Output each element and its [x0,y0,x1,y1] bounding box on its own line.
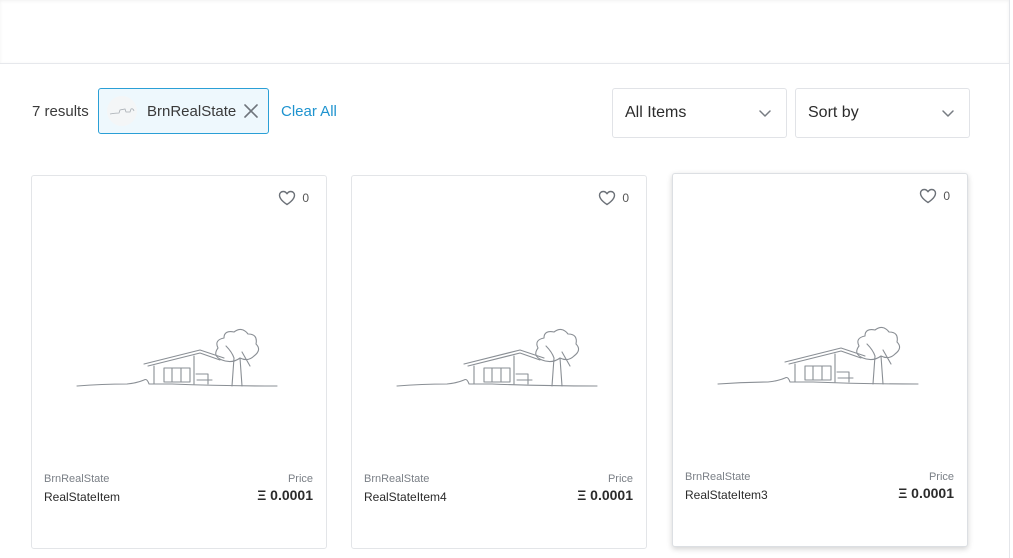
card-price-value: Ξ 0.0001 [577,487,633,503]
chevron-down-icon [759,110,771,117]
house-thumbnail-icon [717,326,919,385]
items-filter-select[interactable]: All Items [612,88,787,138]
card-item-name: RealStateItem [44,490,121,504]
close-icon[interactable] [242,102,260,120]
chevron-down-icon [942,110,954,117]
filter-chip-collection[interactable]: BrnRealState [98,88,269,134]
like-count: 0 [943,189,950,203]
like-count: 0 [622,191,629,205]
like-button[interactable]: 0 [919,187,950,205]
card-item-name: RealStateItem3 [685,488,768,502]
page-right-border [1009,0,1010,558]
items-filter-value: All Items [625,104,687,121]
like-count: 0 [302,191,309,205]
card-collection-name: BrnRealState [44,473,110,485]
card-price-label: Price [928,471,954,483]
card-price-value: Ξ 0.0001 [898,485,954,501]
house-thumbnail-icon [396,328,598,387]
card-collection-name: BrnRealState [685,471,751,483]
item-card[interactable]: 0 BrnRealState RealStateItem3 Price Ξ 0.… [672,173,968,547]
heart-icon [279,190,296,206]
heart-icon [599,190,616,206]
top-header-bar [0,0,1009,64]
clear-all-link[interactable]: Clear All [281,103,337,120]
house-thumbnail-icon [76,328,278,387]
card-price-label: Price [287,473,313,485]
house-thumbnail-icon [109,108,135,115]
collection-avatar [107,96,137,126]
heart-icon [920,188,937,204]
results-count: 7 results [32,103,89,120]
item-card[interactable]: 0 BrnRealState RealStateItem4 Price Ξ 0.… [351,175,647,549]
item-card[interactable]: 0 BrnRealState RealStateItem Price Ξ 0.0… [31,175,327,549]
filter-chip-label: BrnRealState [147,103,237,120]
sort-by-value: Sort by [808,104,859,121]
like-button[interactable]: 0 [278,189,309,207]
card-item-name: RealStateItem4 [364,490,447,504]
sort-by-select[interactable]: Sort by [795,88,970,138]
card-price-value: Ξ 0.0001 [257,487,313,503]
card-collection-name: BrnRealState [364,473,430,485]
like-button[interactable]: 0 [598,189,629,207]
card-price-label: Price [607,473,633,485]
